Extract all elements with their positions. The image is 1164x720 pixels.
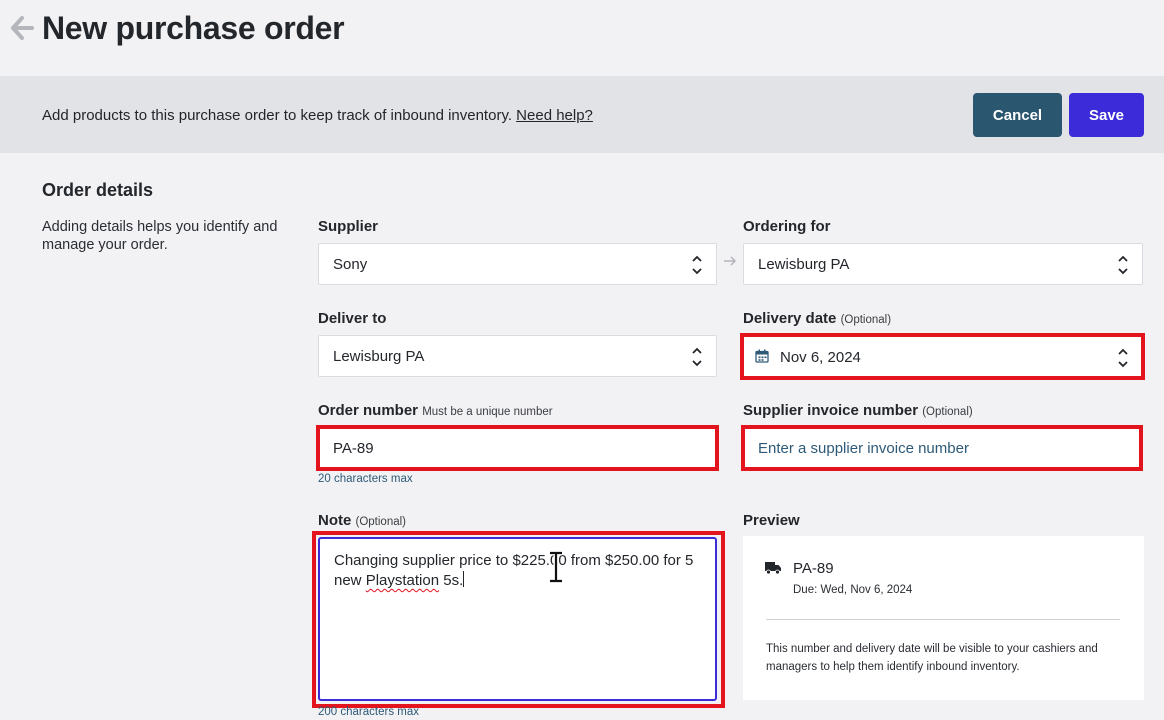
select-spinner-icon	[1118, 255, 1128, 275]
select-spinner-icon	[692, 347, 702, 367]
preview-divider	[766, 619, 1120, 620]
need-help-link[interactable]: Need help?	[516, 107, 593, 124]
optional-tag: (Optional)	[840, 314, 892, 326]
ordering-for-select[interactable]: Lewisburg PA	[743, 243, 1143, 285]
order-number-max-hint: 20 characters max	[318, 473, 413, 485]
arrow-right-icon	[724, 256, 737, 266]
banner-message: Add products to this purchase order to k…	[42, 107, 517, 124]
supplier-select[interactable]: Sony	[318, 243, 717, 285]
preview-order-number: PA-89	[793, 560, 834, 577]
banner-text: Add products to this purchase order to k…	[42, 107, 593, 124]
section-title: Order details	[42, 180, 154, 200]
supplier-label: Supplier	[318, 218, 379, 235]
deliver-to-select[interactable]: Lewisburg PA	[318, 335, 717, 377]
preview-info-text: This number and delivery date will be vi…	[766, 643, 1098, 673]
ibeam-cursor-icon	[550, 551, 562, 583]
preview-card: PA-89 Due: Wed, Nov 6, 2024 This number …	[743, 536, 1144, 700]
order-number-label: Order number Must be a unique number	[318, 402, 553, 419]
supplier-invoice-highlight	[741, 425, 1143, 471]
note-label: Note (Optional)	[318, 512, 406, 529]
truck-icon	[765, 562, 781, 575]
ordering-for-value: Lewisburg PA	[758, 256, 850, 273]
unique-number-hint: Must be a unique number	[422, 406, 553, 418]
preview-label: Preview	[743, 512, 800, 529]
ordering-for-label: Ordering for	[743, 218, 831, 235]
note-highlight	[312, 531, 725, 708]
deliver-to-label: Deliver to	[318, 310, 387, 327]
supplier-invoice-label-text: Supplier invoice number	[743, 402, 919, 419]
deliver-to-value: Lewisburg PA	[333, 348, 425, 365]
supplier-value: Sony	[333, 256, 368, 273]
section-description: Adding details helps you identify and ma…	[42, 219, 278, 253]
save-button[interactable]: Save	[1069, 93, 1144, 137]
delivery-date-label: Delivery date (Optional)	[743, 310, 891, 327]
preview-due-date: Due: Wed, Nov 6, 2024	[793, 584, 913, 596]
delivery-date-highlight	[740, 333, 1145, 380]
optional-tag: (Optional)	[922, 406, 973, 418]
back-arrow-icon[interactable]	[10, 14, 34, 42]
page-title: New purchase order	[42, 10, 345, 46]
info-banner: Add products to this purchase order to k…	[0, 76, 1164, 153]
order-number-highlight	[316, 425, 719, 471]
page-header: New purchase order	[0, 0, 1164, 76]
select-spinner-icon	[692, 255, 702, 275]
cancel-button[interactable]: Cancel	[973, 93, 1062, 137]
delivery-date-label-text: Delivery date	[743, 310, 837, 327]
supplier-invoice-label: Supplier invoice number (Optional)	[743, 402, 973, 419]
note-label-text: Note	[318, 512, 352, 529]
note-max-hint: 200 characters max	[318, 706, 419, 718]
order-number-label-text: Order number	[318, 402, 419, 419]
optional-tag: (Optional)	[355, 516, 407, 528]
